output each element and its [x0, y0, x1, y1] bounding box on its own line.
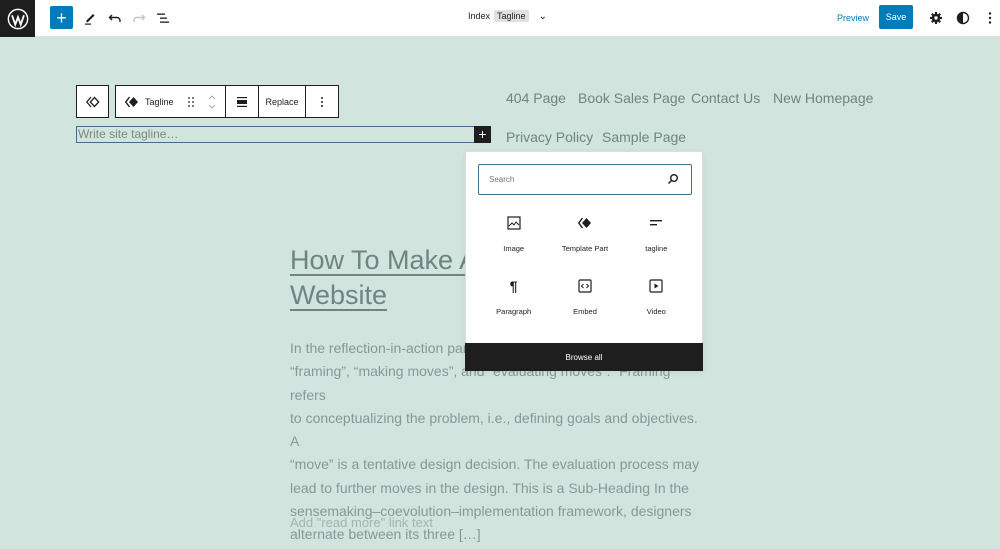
nav-link[interactable]: 404 Page	[506, 90, 566, 106]
block-item-label: Video	[646, 307, 666, 316]
excerpt-line: lead to further moves in the design. Thi…	[290, 479, 689, 496]
block-item-embed[interactable]: Embed	[549, 275, 620, 320]
image-icon	[507, 216, 521, 230]
read-more-input[interactable]: Add "read more" link text	[290, 515, 433, 530]
plus-icon: +	[56, 7, 67, 28]
add-block-button[interactable]: +	[50, 6, 73, 29]
excerpt-line: “move” is a tentative design decision. T…	[290, 456, 700, 473]
block-item-image[interactable]: Image	[478, 212, 549, 257]
tagline-icon	[650, 220, 663, 226]
kebab-menu-icon	[321, 96, 323, 107]
template-tag: Tagline	[494, 10, 529, 22]
kebab-menu-icon	[988, 12, 992, 24]
block-inserter-toggle[interactable]: +	[474, 126, 491, 143]
block-item-video[interactable]: Video	[621, 275, 692, 320]
list-view-button[interactable]	[151, 6, 175, 30]
block-item-label: Paragraph	[496, 307, 532, 316]
chevron-down-icon: ⌄	[538, 10, 547, 22]
template-part-icon	[577, 217, 591, 229]
list-view-icon	[157, 13, 169, 23]
block-inserter-popover: Search Image Template Part tagline ¶ Par…	[465, 151, 703, 371]
editor-header: + Index Tagline ⌄ Preview Save	[0, 0, 1000, 37]
block-list: Image Template Part tagline ¶ Paragraph …	[478, 212, 692, 320]
undo-button[interactable]	[103, 6, 127, 30]
preview-button[interactable]: Preview	[837, 13, 869, 23]
wordpress-logo-icon	[7, 8, 28, 29]
paragraph-icon: ¶	[509, 278, 518, 294]
gear-icon	[930, 12, 942, 24]
replace-button[interactable]: Replace	[259, 86, 306, 117]
block-switcher[interactable]: Tagline	[116, 86, 226, 117]
plus-icon: +	[478, 126, 487, 142]
block-name-label: Tagline	[145, 96, 174, 107]
drag-handle-icon[interactable]	[187, 96, 195, 108]
block-toolbar: Tagline Replace	[115, 85, 339, 118]
undo-icon	[108, 14, 121, 22]
block-item-label: Image	[503, 244, 525, 253]
document-title-dropdown[interactable]: Index Tagline ⌄	[468, 10, 547, 22]
site-tagline-input[interactable]: Write site tagline…	[76, 126, 491, 143]
options-menu-button[interactable]	[983, 6, 997, 30]
pencil-icon	[85, 14, 95, 25]
search-icon	[668, 174, 678, 184]
template-part-icon	[125, 96, 138, 107]
block-search-input[interactable]: Search	[478, 164, 692, 195]
tools-button[interactable]	[78, 6, 102, 30]
block-item-paragraph[interactable]: ¶ Paragraph	[478, 275, 549, 320]
nav-link[interactable]: Book Sales Page	[578, 90, 685, 106]
block-item-label: tagline	[645, 244, 668, 253]
nav-link[interactable]: New Homepage	[773, 90, 873, 106]
align-icon	[237, 96, 247, 107]
browse-all-button[interactable]: Browse all	[465, 343, 703, 371]
align-button[interactable]	[226, 86, 259, 117]
move-up-down-icon[interactable]	[207, 93, 217, 111]
redo-button[interactable]	[127, 6, 151, 30]
embed-icon	[578, 279, 592, 293]
search-placeholder: Search	[489, 175, 515, 184]
nav-link[interactable]: Sample Page	[602, 129, 686, 145]
nav-link[interactable]: Contact Us	[691, 90, 760, 106]
settings-button[interactable]	[924, 6, 948, 30]
block-item-label: Template Part	[561, 244, 609, 253]
styles-button[interactable]	[951, 6, 975, 30]
block-options-button[interactable]	[306, 86, 338, 117]
template-part-outline-icon	[85, 96, 100, 107]
document-label: Index	[468, 11, 491, 21]
video-icon	[649, 279, 663, 293]
redo-icon	[133, 14, 146, 22]
excerpt-line: to conceptualizing the problem, i.e., de…	[290, 409, 698, 450]
select-parent-button[interactable]	[76, 85, 109, 118]
block-item-tagline[interactable]: tagline	[621, 212, 692, 257]
block-item-label: Embed	[573, 307, 597, 316]
wordpress-logo-button[interactable]	[0, 0, 35, 37]
half-circle-icon	[956, 11, 970, 25]
save-button[interactable]: Save	[879, 5, 913, 29]
nav-link[interactable]: Privacy Policy	[506, 129, 593, 145]
block-item-template-part[interactable]: Template Part	[549, 212, 620, 257]
